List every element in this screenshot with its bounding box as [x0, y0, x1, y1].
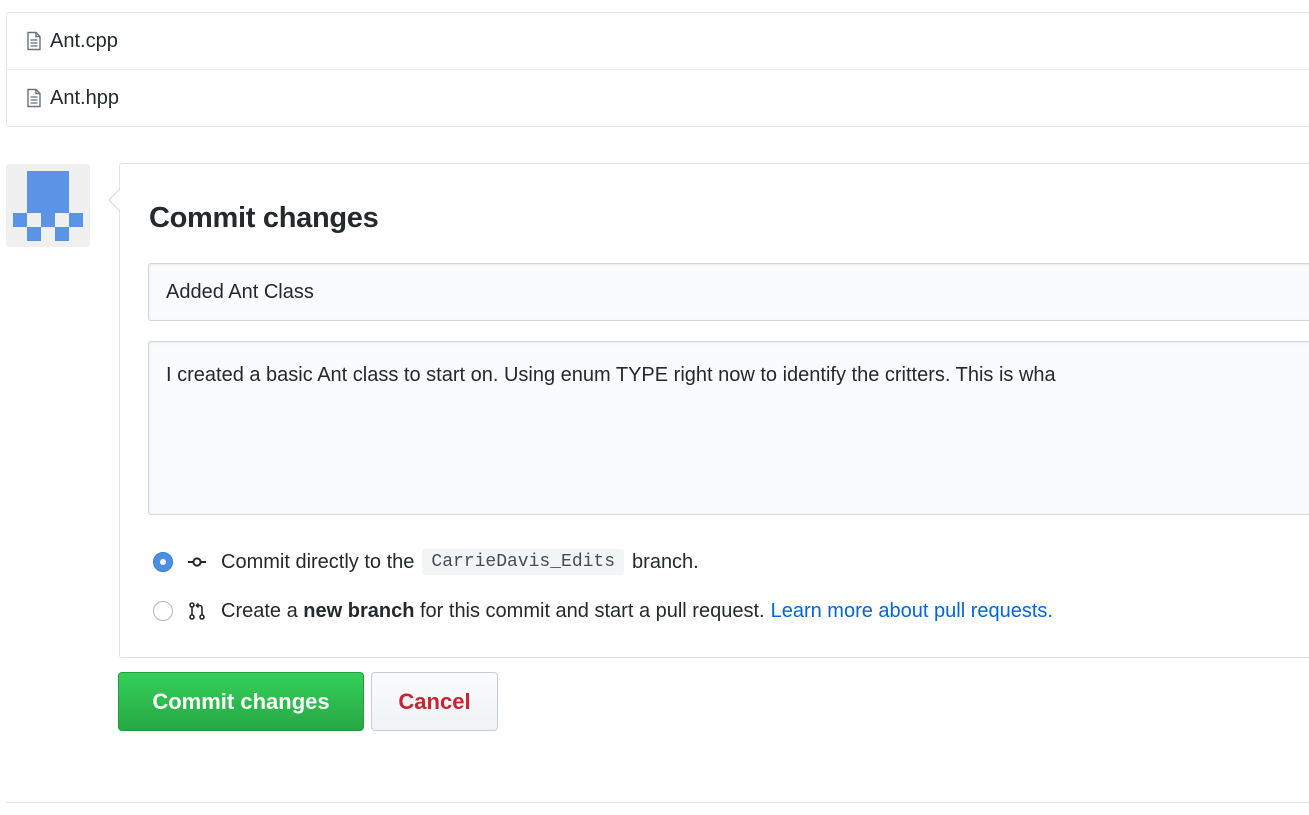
commit-direct-radio[interactable]	[153, 552, 173, 572]
new-branch-text: Create a	[221, 599, 298, 622]
commit-direct-option[interactable]: Commit directly to the CarrieDavis_Edits…	[153, 548, 699, 576]
cancel-button[interactable]: Cancel	[371, 672, 498, 731]
file-row[interactable]: Ant.hpp	[7, 69, 1309, 126]
file-name[interactable]: Ant.cpp	[50, 30, 118, 53]
file-text-icon	[26, 88, 42, 108]
pull-request-help-link[interactable]: Learn more about pull requests.	[771, 600, 1053, 623]
new-branch-option[interactable]: Create a new branch for this commit and …	[153, 597, 1053, 625]
commit-description-input[interactable]: I created a basic Ant class to start on.…	[148, 341, 1309, 515]
commit-direct-text: Commit directly to the	[221, 550, 415, 573]
commit-summary-input[interactable]	[148, 263, 1309, 321]
commit-page: Ant.cpp Ant.hpp Commit changes Added Ant…	[0, 0, 1309, 815]
file-row[interactable]: Ant.cpp	[7, 13, 1309, 69]
file-text-icon	[26, 31, 42, 51]
commit-form-title: Commit changes	[149, 202, 379, 234]
file-name[interactable]: Ant.hpp	[50, 87, 119, 110]
avatar[interactable]	[6, 164, 90, 247]
new-branch-radio[interactable]	[153, 601, 173, 621]
branch-name-badge: CarrieDavis_Edits	[422, 549, 625, 575]
new-branch-text-end: for this commit and start a pull request…	[419, 599, 765, 622]
divider	[6, 802, 1309, 803]
file-list: Ant.cpp Ant.hpp	[6, 12, 1309, 127]
commit-form: Commit changes I created a basic Ant cla…	[108, 163, 1309, 658]
git-pull-request-icon	[187, 601, 207, 621]
git-commit-icon	[187, 552, 207, 572]
commit-changes-button[interactable]: Commit changes	[118, 672, 364, 731]
commit-direct-text-end: branch.	[632, 550, 699, 573]
new-branch-bold-text: new branch	[303, 599, 415, 622]
